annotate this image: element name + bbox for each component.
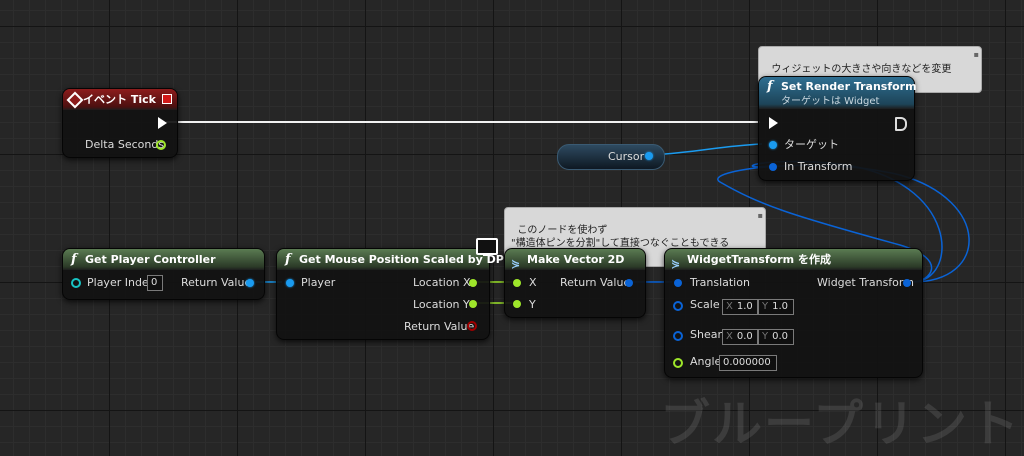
in-transform-pin[interactable]: [769, 163, 777, 171]
player-label: Player: [301, 276, 336, 289]
y-axis-label: Y: [762, 331, 769, 342]
widget-transform-label: Widget Transform: [817, 276, 914, 289]
blueprint-watermark: ブループリント: [660, 395, 1021, 453]
angle-label: Angle: [690, 355, 722, 368]
shear-pin[interactable]: [673, 331, 683, 341]
exec-out-pin[interactable]: [895, 117, 907, 131]
shear-label: Shear: [690, 328, 722, 341]
struct-icon: ⋟: [671, 257, 681, 270]
location-x-label: Location X: [413, 276, 471, 289]
y-pin[interactable]: [513, 300, 521, 308]
in-transform-label: In Transform: [784, 160, 853, 173]
tooltip-text: ウィジェットの大きさや向きなどを変更: [771, 64, 952, 75]
set-render-transform-header[interactable]: f Set Render Transform ターゲットは Widget: [759, 77, 917, 109]
function-icon: f: [285, 252, 291, 267]
scale-y-value: 1.0: [772, 301, 789, 312]
set-render-transform-node[interactable]: f Set Render Transform ターゲットは Widget ターゲ…: [758, 76, 917, 181]
shear-y-value: 0.0: [772, 331, 789, 342]
scale-y-input[interactable]: Y 1.0: [758, 299, 794, 315]
function-icon: f: [71, 252, 77, 267]
struct-icon: ⋟: [511, 257, 521, 270]
target-label: ターゲット: [784, 138, 839, 151]
location-y-pin[interactable]: [469, 300, 477, 308]
angle-pin[interactable]: [673, 358, 683, 368]
scale-x-input[interactable]: X 1.0: [722, 299, 758, 315]
exec-in-pin[interactable]: [769, 117, 778, 129]
scale-x-value: 1.0: [736, 301, 753, 312]
cursor-label: Cursor: [608, 150, 645, 163]
player-index-pin[interactable]: [71, 278, 81, 288]
get-mouse-position-header[interactable]: f Get Mouse Position Scaled by DPI: [277, 249, 508, 270]
y-axis-label: Y: [762, 301, 769, 312]
player-index-input[interactable]: 0: [147, 275, 163, 291]
delta-seconds-label: Delta Seconds: [85, 138, 165, 151]
x-axis-label: X: [726, 301, 733, 312]
make-vector-2d-title: Make Vector 2D: [527, 253, 625, 266]
delegate-square-icon[interactable]: [162, 94, 172, 104]
make-widget-transform-header[interactable]: ⋟ WidgetTransform を作成: [665, 249, 922, 270]
get-player-controller-title: Get Player Controller: [85, 253, 216, 266]
function-icon: f: [767, 79, 773, 94]
y-label: Y: [529, 298, 536, 311]
exec-out-pin[interactable]: [158, 117, 167, 129]
return-value-label: Return Value: [181, 276, 252, 289]
x-pin[interactable]: [513, 279, 521, 287]
make-widget-transform-title: WidgetTransform を作成: [687, 253, 831, 266]
event-tick-title: イベント Tick: [83, 93, 156, 106]
shear-y-input[interactable]: Y 0.0: [758, 329, 794, 345]
tooltip-close-icon[interactable]: ▪: [758, 209, 763, 222]
x-axis-label: X: [726, 331, 733, 342]
set-render-transform-subtitle: ターゲットは Widget: [781, 96, 880, 107]
make-widget-transform-node[interactable]: ⋟ WidgetTransform を作成 Translation Widget…: [664, 248, 923, 378]
make-vector-2d-node[interactable]: ⋟ Make Vector 2D X Y Return Value: [504, 248, 646, 318]
get-mouse-position-node[interactable]: f Get Mouse Position Scaled by DPI Playe…: [276, 248, 508, 340]
return-value-label: Return Value: [560, 276, 631, 289]
scale-pin[interactable]: [673, 301, 683, 311]
tooltip-close-icon[interactable]: ▪: [974, 48, 979, 61]
get-player-controller-header[interactable]: f Get Player Controller: [63, 249, 264, 270]
shear-x-value: 0.0: [736, 331, 753, 342]
tooltip-text: このノードを使わず "構造体ピンを分割"して直接つなぐこともできる: [511, 225, 730, 249]
return-value-pin[interactable]: [246, 279, 254, 287]
get-player-controller-node[interactable]: f Get Player Controller Player Index 0 R…: [62, 248, 265, 300]
target-pin[interactable]: [769, 141, 777, 149]
cursor-wire: [652, 143, 763, 156]
event-tick-node[interactable]: イベント Tick Delta Seconds: [62, 88, 178, 158]
cursor-out-pin[interactable]: [645, 152, 653, 160]
widget-transform-out-pin[interactable]: [903, 279, 911, 287]
return-value-pin[interactable]: [625, 279, 633, 287]
player-index-label: Player Index: [87, 276, 156, 289]
return-value-label: Return Value: [404, 320, 475, 333]
set-render-transform-title: Set Render Transform: [781, 80, 917, 93]
x-label: X: [529, 276, 537, 289]
monitor-icon: [476, 238, 498, 256]
player-pin[interactable]: [286, 279, 294, 287]
angle-input[interactable]: 0.000000: [719, 355, 777, 371]
return-value-bool-pin[interactable]: [467, 321, 477, 331]
delta-seconds-pin[interactable]: [156, 140, 166, 150]
cursor-variable-node[interactable]: Cursor: [557, 144, 665, 170]
event-tick-header[interactable]: イベント Tick: [63, 89, 177, 110]
translation-pin[interactable]: [674, 279, 682, 287]
event-diamond-icon: [66, 91, 84, 109]
shear-x-input[interactable]: X 0.0: [722, 329, 758, 345]
location-y-label: Location Y: [413, 298, 470, 311]
make-vector-2d-header[interactable]: ⋟ Make Vector 2D: [505, 249, 645, 270]
scale-label: Scale: [690, 298, 720, 311]
translation-label: Translation: [690, 276, 750, 289]
location-x-pin[interactable]: [469, 279, 477, 287]
